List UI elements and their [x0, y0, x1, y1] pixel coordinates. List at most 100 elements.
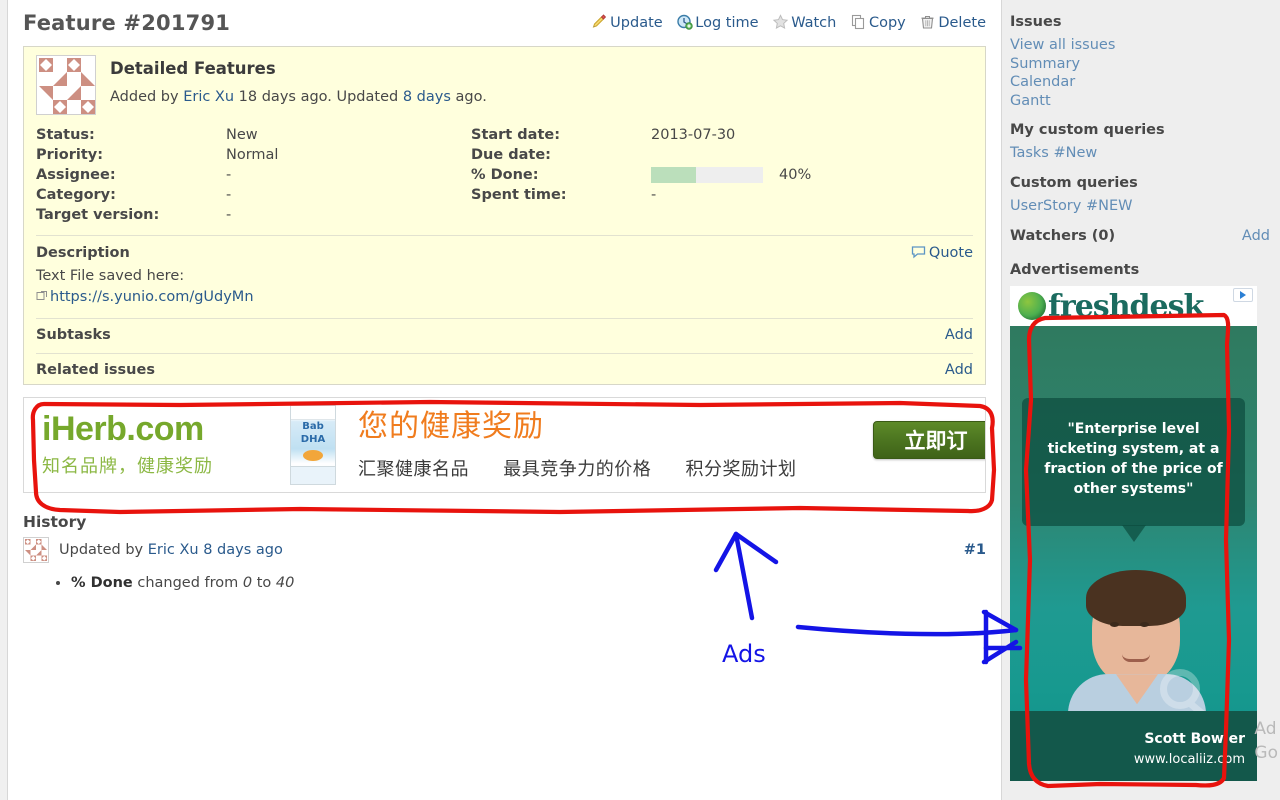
table-row: Assignee: - % Done: 40% — [36, 165, 973, 185]
sidebar-item-gantt[interactable]: Gantt — [1010, 92, 1270, 111]
product-box-image: Bab DHA — [290, 405, 336, 486]
adchoices-line-2: Go — [1254, 743, 1278, 764]
related-issues-header: Related issues Add — [36, 362, 973, 378]
iherb-tagline: 知名品牌，健康奖励 — [42, 456, 213, 478]
sidebar-my-queries-block: My custom queries Tasks #New — [1010, 122, 1270, 163]
trash-icon — [919, 14, 936, 30]
detail-join: to — [252, 575, 276, 592]
spent-time-label: Spent time: — [471, 187, 567, 203]
author-link[interactable]: Eric Xu — [183, 89, 234, 105]
description-link[interactable]: https://s.yunio.com/gUdyMn — [50, 289, 254, 305]
assignee-label: Assignee: — [36, 167, 116, 183]
banner-sub-2: 最具竞争力的价格 — [503, 458, 652, 480]
divider — [36, 318, 973, 320]
sidebar-item-summary[interactable]: Summary — [1010, 55, 1270, 74]
annotation-ads-label: Ads — [722, 640, 766, 668]
copy-action[interactable]: Copy — [850, 14, 910, 31]
start-date-value: 2013-07-30 — [651, 127, 736, 143]
banner-advertisement[interactable]: iHerb.com 知名品牌，健康奖励 Bab DHA 您的健康奖励 汇聚健康名… — [23, 397, 986, 494]
log-time-label: Log time — [695, 15, 759, 31]
sidebar-advertisement[interactable]: freshdesk "Enterprise level ticketing sy… — [1010, 286, 1257, 782]
sidebar-item-userstory-new[interactable]: UserStory #NEW — [1010, 197, 1270, 216]
sidebar-item-calendar[interactable]: Calendar — [1010, 73, 1270, 92]
pencil-icon — [591, 14, 608, 30]
sidebar-ad-footer: Scott Bowler www.localiiz.com — [1010, 711, 1257, 782]
status-label: Status: — [36, 127, 95, 143]
journal-author-link[interactable]: Eric Xu — [148, 542, 199, 558]
start-date-label: Start date: — [471, 127, 561, 143]
priority-value: Normal — [226, 147, 279, 163]
description-link-row: https://s.yunio.com/gUdyMn — [36, 287, 973, 308]
comment-icon — [910, 244, 927, 260]
watch-action[interactable]: Watch — [772, 14, 841, 31]
clock-icon — [676, 14, 693, 30]
category-value: - — [226, 187, 232, 203]
product-name-line2: DHA — [300, 433, 326, 445]
person-name: Scott Bowler — [1144, 731, 1245, 748]
journal-anchor-link[interactable]: #1 — [964, 542, 986, 558]
banner-sub-3: 积分奖励计划 — [685, 458, 797, 480]
detail-new-value: 40 — [275, 575, 295, 592]
sidebar-custom-queries-block: Custom queries UserStory #NEW — [1010, 175, 1270, 216]
list-item: % Done changed from 0 to 40 — [71, 573, 986, 593]
sidebar-watchers-block: Watchers (0) Add — [1010, 227, 1270, 250]
sidebar-custom-queries-heading: Custom queries — [1010, 174, 1138, 191]
added-by-suffix: 18 days ago. Updated — [234, 89, 403, 105]
update-action[interactable]: Update — [591, 14, 667, 31]
updated-ago-link[interactable]: 8 days — [403, 89, 451, 105]
assignee-value: - — [226, 167, 232, 183]
external-link-icon — [36, 288, 48, 301]
subtasks-add-link[interactable]: Add — [945, 327, 973, 343]
progress-wrap: 40% — [651, 167, 973, 183]
issue-subject: Detailed Features — [110, 59, 276, 78]
log-time-action[interactable]: Log time — [676, 14, 763, 31]
sidebar-watchers-heading: Watchers (0) — [1010, 228, 1116, 245]
avatar — [23, 537, 49, 564]
table-row: Category: - Spent time: - — [36, 185, 973, 205]
adchoices-label: Ad Go — [1254, 717, 1278, 766]
description-body: Text File saved here: https://s.yunio.co… — [36, 266, 973, 308]
status-value: New — [226, 127, 258, 143]
table-row: Target version: - — [36, 205, 973, 225]
category-label: Category: — [36, 187, 116, 203]
page-title: Feature #201791 — [23, 11, 231, 35]
done-value-cell: 40% — [651, 165, 973, 185]
sidebar-item-tasks-new[interactable]: Tasks #New — [1010, 144, 1270, 163]
copy-icon — [850, 14, 867, 30]
iherb-logo: iHerb.com 知名品牌，健康奖励 — [42, 412, 290, 478]
update-label: Update — [610, 15, 663, 31]
journal-entry: #1 Updated by Eric Xu 8 days ago • % Don… — [23, 537, 986, 593]
banner-cta-button[interactable]: 立即订 — [873, 421, 985, 460]
issue-attributes-table: Status: New Start date: 2013-07-30 Prior… — [36, 125, 973, 225]
added-by-end: ago. — [450, 89, 487, 105]
detail-mid: changed from — [132, 575, 243, 592]
spent-time-value: - — [651, 187, 657, 203]
related-issues-heading: Related issues — [36, 362, 155, 379]
quote-button[interactable]: Quote — [910, 244, 973, 261]
person-url: www.localiiz.com — [1133, 752, 1245, 768]
fish-illustration — [303, 450, 323, 462]
related-issues-add-link[interactable]: Add — [945, 362, 973, 378]
table-row: Priority: Normal Due date: — [36, 145, 973, 165]
target-version-value: - — [226, 207, 232, 223]
delete-action[interactable]: Delete — [919, 15, 986, 31]
divider — [36, 353, 973, 355]
iherb-brand-text: iHerb.com — [42, 410, 204, 449]
adchoices-icon[interactable] — [1233, 288, 1253, 303]
delete-label: Delete — [938, 15, 986, 31]
left-gutter — [0, 0, 8, 800]
copy-label: Copy — [868, 15, 906, 31]
journal-details-list: % Done changed from 0 to 40 — [23, 573, 986, 593]
sidebar-ad-body: "Enterprise level ticketing system, at a… — [1010, 326, 1257, 782]
issue-details-box: Detailed Features Added by Eric Xu 18 da… — [23, 46, 986, 386]
journal-meta: Updated by Eric Xu 8 days ago — [59, 542, 283, 558]
subtasks-heading: Subtasks — [36, 327, 111, 344]
contextual-actions: Update Log time Watch Copy Delete — [591, 14, 986, 31]
added-by-prefix: Added by — [110, 89, 184, 105]
quote-label: Quote — [928, 245, 973, 261]
watchers-add-link[interactable]: Add — [1242, 227, 1270, 246]
sidebar-item-view-all-issues[interactable]: View all issues — [1010, 36, 1270, 55]
divider — [36, 235, 973, 236]
description-heading: Description — [36, 245, 130, 261]
journal-time-link[interactable]: 8 days ago — [199, 542, 283, 558]
